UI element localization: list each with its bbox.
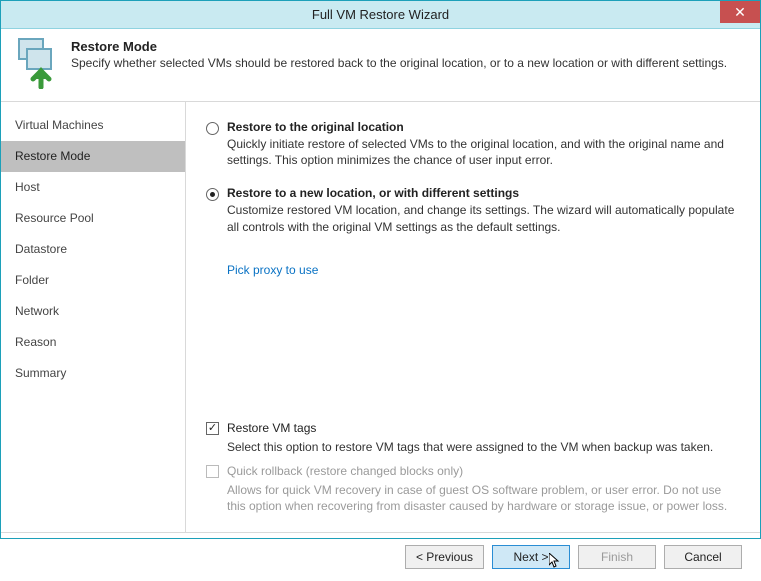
wizard-header: Restore Mode Specify whether selected VM…: [1, 29, 760, 102]
radio-restore-original[interactable]: [206, 122, 219, 135]
close-button[interactable]: ✕: [720, 1, 760, 23]
window-title: Full VM Restore Wizard: [1, 7, 760, 22]
option-original-desc: Quickly initiate restore of selected VMs…: [227, 136, 740, 168]
page-title: Restore Mode: [71, 39, 748, 54]
sidebar-item-virtual-machines[interactable]: Virtual Machines: [1, 110, 185, 141]
page-subtitle: Specify whether selected VMs should be r…: [71, 56, 748, 70]
option-newloc-title: Restore to a new location, or with diffe…: [227, 186, 740, 200]
checkbox-quick-rollback-label: Quick rollback (restore changed blocks o…: [227, 464, 463, 478]
radio-restore-new-location[interactable]: [206, 188, 219, 201]
cursor-icon: [549, 553, 561, 569]
sidebar-item-network[interactable]: Network: [1, 296, 185, 327]
wizard-steps-sidebar: Virtual Machines Restore Mode Host Resou…: [1, 102, 186, 532]
wizard-footer: < Previous Next > Finish Cancel: [1, 532, 760, 581]
next-button-label: Next >: [513, 550, 548, 564]
option-original-title: Restore to the original location: [227, 120, 740, 134]
checkbox-restore-vm-tags-label: Restore VM tags: [227, 421, 316, 435]
cancel-button[interactable]: Cancel: [664, 545, 742, 569]
option-newloc-desc: Customize restored VM location, and chan…: [227, 202, 740, 234]
next-button[interactable]: Next >: [492, 545, 570, 569]
restore-vm-icon: [13, 37, 61, 89]
sidebar-item-summary[interactable]: Summary: [1, 358, 185, 389]
titlebar: Full VM Restore Wizard ✕: [1, 1, 760, 29]
sidebar-item-reason[interactable]: Reason: [1, 327, 185, 358]
previous-button[interactable]: < Previous: [405, 545, 484, 569]
checkbox-restore-vm-tags[interactable]: [206, 422, 219, 435]
sidebar-item-datastore[interactable]: Datastore: [1, 234, 185, 265]
finish-button: Finish: [578, 545, 656, 569]
sidebar-item-resource-pool[interactable]: Resource Pool: [1, 203, 185, 234]
checkbox-quick-rollback: [206, 465, 219, 478]
checkbox-restore-vm-tags-desc: Select this option to restore VM tags th…: [227, 439, 740, 455]
checkbox-quick-rollback-desc: Allows for quick VM recovery in case of …: [227, 482, 740, 514]
sidebar-item-folder[interactable]: Folder: [1, 265, 185, 296]
close-icon: ✕: [734, 5, 746, 19]
pick-proxy-link[interactable]: Pick proxy to use: [227, 263, 740, 277]
main-panel: Restore to the original location Quickly…: [186, 102, 760, 532]
sidebar-item-host[interactable]: Host: [1, 172, 185, 203]
sidebar-item-restore-mode[interactable]: Restore Mode: [1, 141, 185, 172]
